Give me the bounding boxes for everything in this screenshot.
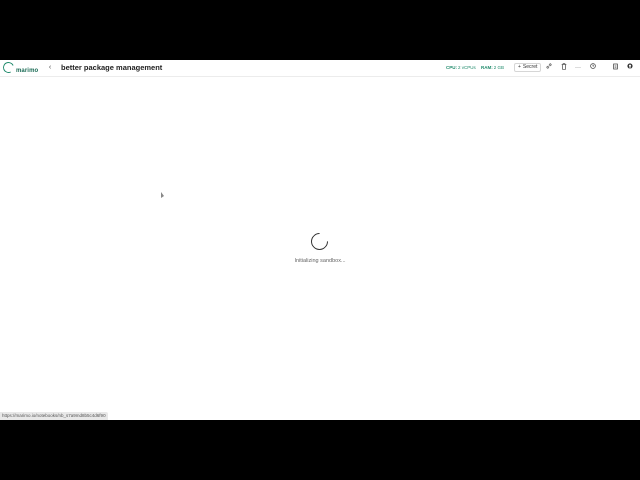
loading-spinner-icon: [307, 229, 332, 254]
ram-label: RAM:: [481, 65, 493, 70]
trash-icon[interactable]: [560, 63, 568, 73]
cpu-label: CPU:: [446, 65, 457, 70]
add-secret-button[interactable]: + Secret: [514, 63, 541, 72]
more-options-icon[interactable]: ···: [574, 63, 582, 73]
top-bar: marimo ‹ better package management CPU:2…: [0, 60, 640, 77]
app-window: marimo ‹ better package management CPU:2…: [0, 60, 640, 420]
link-icon[interactable]: [545, 63, 553, 73]
notebook-title[interactable]: better package management: [61, 63, 162, 73]
ram-badge: RAM:2 GB: [481, 64, 504, 72]
mouse-cursor-icon: [161, 191, 164, 201]
github-icon[interactable]: [626, 63, 634, 73]
logo-ring-icon: [1, 60, 16, 75]
trash-icon-svg: [561, 63, 567, 70]
secret-label: Secret: [522, 64, 538, 70]
cpu-value: 2 vCPUs: [458, 65, 476, 70]
plus-icon: +: [518, 64, 521, 70]
github-icon-svg: [627, 63, 633, 69]
link-icon-svg: [546, 63, 552, 69]
document-icon[interactable]: [611, 63, 619, 73]
loading-message: Initializing sandbox...: [294, 258, 346, 264]
marimo-logo[interactable]: marimo: [1, 60, 41, 75]
status-bar-url: https://marimo.io/notebooks/nb_s7a9md8b5…: [0, 412, 108, 420]
back-button[interactable]: ‹: [46, 63, 54, 73]
ram-value: 2 GB: [493, 65, 505, 70]
history-icon[interactable]: [589, 63, 597, 73]
history-icon-svg: [590, 63, 596, 69]
document-icon-svg: [612, 63, 618, 70]
logo-text: marimo: [16, 68, 39, 74]
cpu-badge: CPU:2 vCPUs: [446, 64, 476, 72]
